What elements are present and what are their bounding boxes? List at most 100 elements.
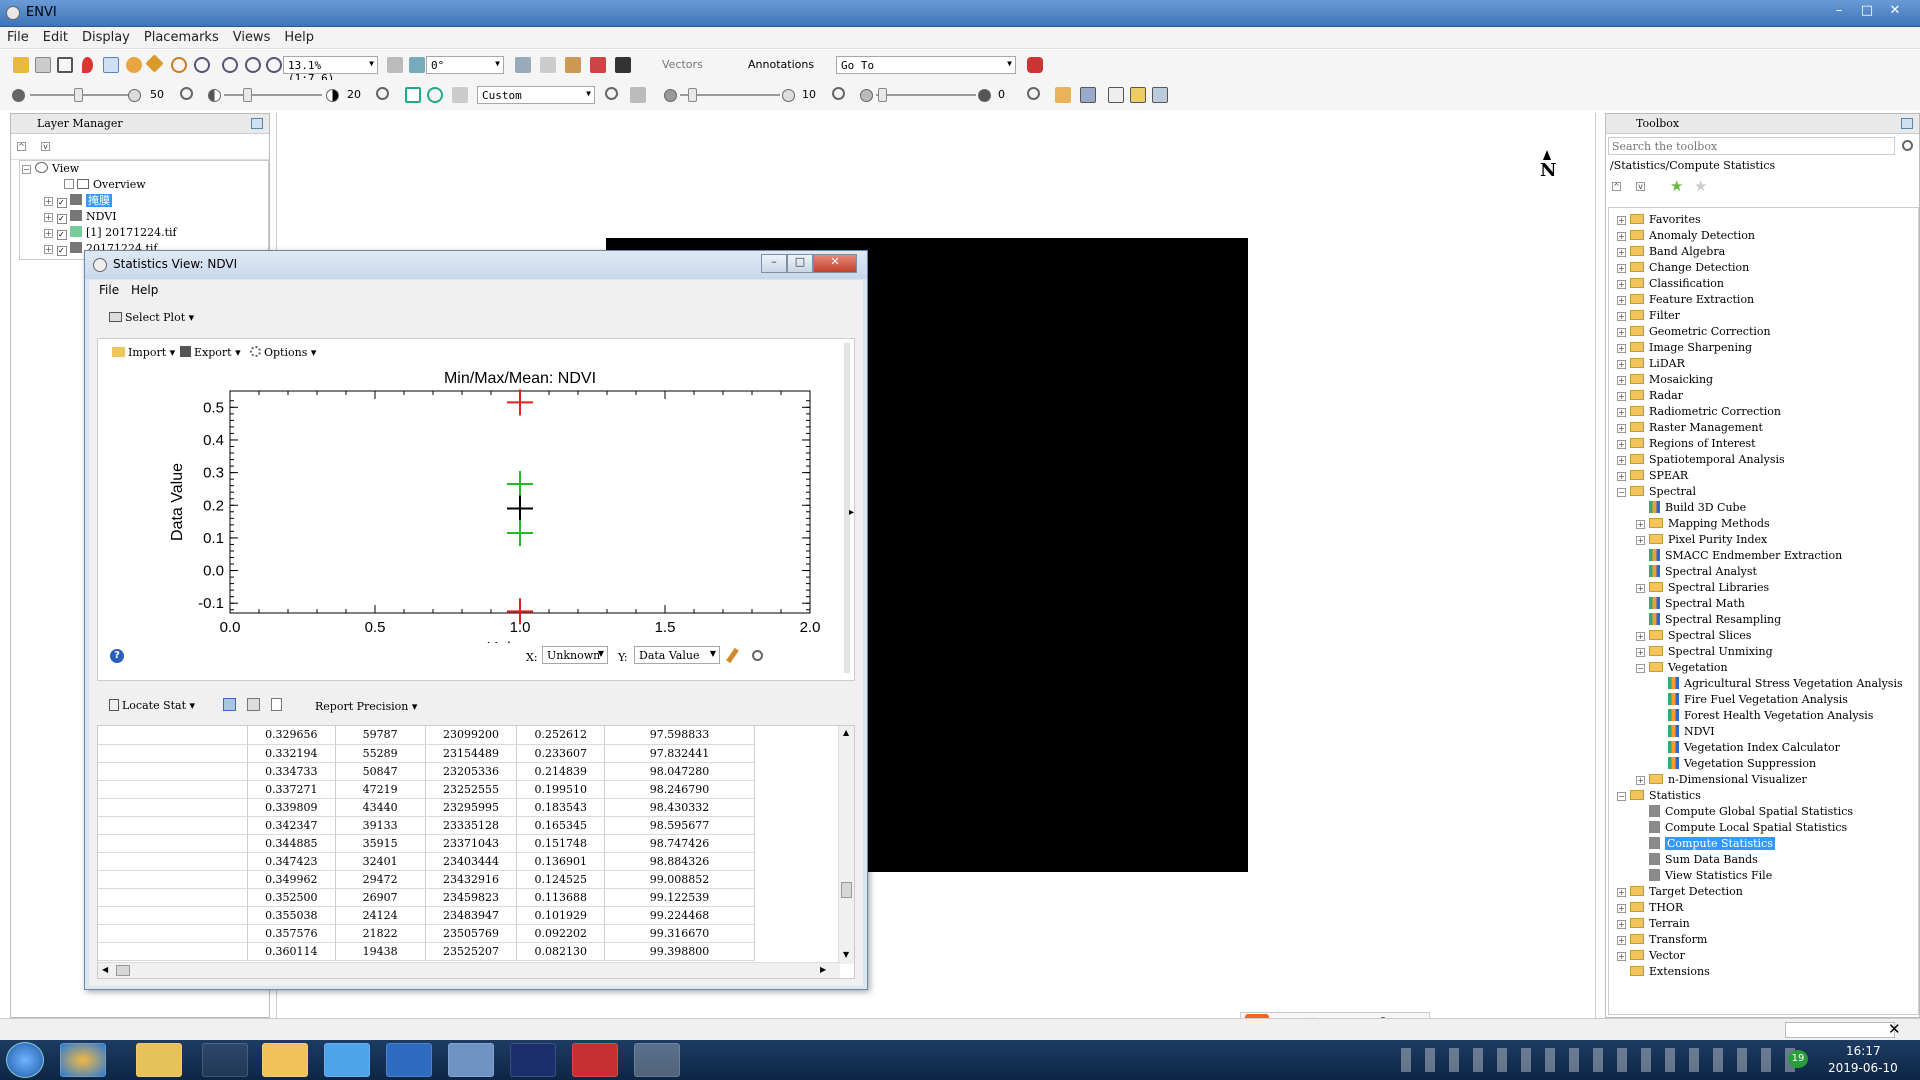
toolbox-item[interactable]: + Terrain: [1609, 916, 1918, 932]
zoom-in-icon[interactable]: [222, 57, 238, 73]
expand-icon[interactable]: +: [1617, 408, 1626, 417]
x-axis-dropdown[interactable]: Unknown: [542, 646, 608, 664]
table-row[interactable]: 0.332194 55289 23154489 0.233607 97.832441: [98, 744, 854, 763]
expand-icon[interactable]: +: [1636, 536, 1645, 545]
collapse-icon[interactable]: −: [1617, 488, 1626, 497]
expand-icon[interactable]: +: [1617, 328, 1626, 337]
contrast-value[interactable]: 20: [347, 88, 361, 101]
toolbox-item[interactable]: + Transform: [1609, 932, 1918, 948]
table-vscroll[interactable]: ▲ ▼: [838, 726, 854, 964]
help-icon[interactable]: ?: [110, 649, 124, 663]
expand-icon[interactable]: +: [1617, 952, 1626, 961]
min-max-mean-chart[interactable]: Min/Max/Mean: NDVI Unknown Data Value 0.0 0.…: [100, 363, 840, 643]
pin-icon[interactable]: [251, 118, 263, 129]
collapse-icon[interactable]: −: [1617, 792, 1626, 801]
toolbox-item[interactable]: + Raster Management: [1609, 420, 1918, 436]
crop-icon[interactable]: [57, 57, 73, 73]
toolbox-item[interactable]: Vegetation Suppression: [1609, 756, 1918, 772]
goto-field[interactable]: Go To: [836, 56, 1016, 74]
view-quad-icon[interactable]: [1152, 87, 1168, 103]
layer-ndvi[interactable]: + ✓ NDVI: [20, 209, 268, 225]
stat-maximize-button[interactable]: □: [787, 254, 813, 273]
toolbox-item[interactable]: Build 3D Cube: [1609, 500, 1918, 516]
expand-icon[interactable]: +: [1617, 424, 1626, 433]
report-precision-button[interactable]: Report Precision ▾: [315, 700, 417, 713]
rotate-tool-icon[interactable]: [387, 57, 403, 73]
table-row[interactable]: 0.357576 21822 23505769 0.092202 99.316670: [98, 924, 854, 943]
table-row[interactable]: 0.349962 29472 23432916 0.124525 99.008852: [98, 870, 854, 889]
toolbox-item[interactable]: − Statistics: [1609, 788, 1918, 804]
rotation-dropdown[interactable]: 0°: [426, 56, 504, 74]
vectors-menu[interactable]: Vectors: [662, 58, 703, 71]
toolbox-item[interactable]: + Feature Extraction: [1609, 292, 1918, 308]
expand-all-icon[interactable]: v: [1636, 182, 1645, 191]
expand-icon[interactable]: +: [1617, 920, 1626, 929]
scroll-down-icon[interactable]: ▼: [843, 950, 849, 959]
reset-sharpen-icon[interactable]: [832, 87, 845, 100]
toolbox-search[interactable]: [1608, 137, 1895, 155]
toolbox-item[interactable]: + Image Sharpening: [1609, 340, 1918, 356]
toolbox-item-selected[interactable]: Compute Statistics: [1609, 836, 1918, 852]
annotations-menu[interactable]: Annotations: [748, 58, 814, 71]
collapse-all-icon[interactable]: ^: [17, 142, 26, 151]
image-icon[interactable]: [1080, 87, 1096, 103]
histogram-icon[interactable]: [630, 87, 646, 103]
expand-icon[interactable]: +: [1636, 632, 1645, 641]
toolbox-item[interactable]: + LiDAR: [1609, 356, 1918, 372]
table-row[interactable]: 0.344885 35915 23371043 0.151748 98.747426: [98, 834, 854, 853]
table-hscroll[interactable]: ◀ ▶: [98, 962, 840, 978]
stretch-dropdown[interactable]: Custom: [477, 86, 595, 104]
layer-tif-1[interactable]: + ✓ [1] 20171224.tif: [20, 225, 268, 241]
reset-brightness-icon[interactable]: [180, 87, 193, 100]
toolbox-item[interactable]: Extensions: [1609, 964, 1918, 980]
menu-placemarks[interactable]: Placemarks: [137, 27, 226, 45]
toolbox-item[interactable]: + SPEAR: [1609, 468, 1918, 484]
stretch-roi-icon[interactable]: [427, 87, 443, 103]
toolbox-item[interactable]: + Spectral Libraries: [1609, 580, 1918, 596]
checkbox-icon[interactable]: [64, 179, 74, 189]
taskbar-envi[interactable]: [634, 1043, 680, 1077]
clock-date[interactable]: 2019-06-10: [1828, 1061, 1898, 1075]
toolbox-item[interactable]: Spectral Math: [1609, 596, 1918, 612]
menu-views[interactable]: Views: [226, 27, 278, 45]
menu-help[interactable]: Help: [277, 27, 321, 45]
goto-icon[interactable]: [1027, 57, 1043, 73]
layer-overview[interactable]: Overview: [20, 177, 268, 193]
toolbox-item[interactable]: Compute Local Spatial Statistics: [1609, 820, 1918, 836]
expand-all-icon[interactable]: v: [41, 142, 50, 151]
rotate-arrow-icon[interactable]: [409, 57, 425, 73]
taskbar-search[interactable]: [202, 1043, 248, 1077]
layer-view[interactable]: − View: [20, 161, 268, 177]
stat-minimize-button[interactable]: –: [761, 254, 787, 273]
expand-icon[interactable]: +: [1636, 520, 1645, 529]
scroll-right-icon[interactable]: ▶: [820, 965, 826, 974]
toolbox-item[interactable]: NDVI: [1609, 724, 1918, 740]
profile-icon[interactable]: [565, 57, 581, 73]
toolbox-item[interactable]: − Vegetation: [1609, 660, 1918, 676]
expand-icon[interactable]: +: [1617, 472, 1626, 481]
expand-icon[interactable]: +: [1617, 392, 1626, 401]
transparency-slider[interactable]: [878, 88, 887, 102]
scroll-left-icon[interactable]: ◀: [102, 965, 108, 974]
toolbox-item[interactable]: + Band Algebra: [1609, 244, 1918, 260]
table-row[interactable]: 0.329656 59787 23099200 0.252612 97.598833: [98, 726, 854, 745]
taskbar-ie[interactable]: [386, 1043, 432, 1077]
toolbox-item[interactable]: Agricultural Stress Vegetation Analysis: [1609, 676, 1918, 692]
menu-file[interactable]: File: [0, 27, 36, 45]
copy-icon[interactable]: [271, 698, 282, 711]
table-row[interactable]: 0.360114 19438 23525207 0.082130 99.398800: [98, 942, 854, 961]
zoom-icon[interactable]: [194, 57, 210, 73]
expand-icon[interactable]: +: [1617, 904, 1626, 913]
pencil-icon[interactable]: [726, 647, 739, 664]
view-table-icon[interactable]: [223, 698, 236, 711]
brightness-slider[interactable]: [74, 88, 83, 102]
stat-close-button[interactable]: ✕: [813, 254, 857, 273]
crosshair-icon[interactable]: [540, 57, 556, 73]
fly-icon[interactable]: [145, 54, 164, 73]
table-row[interactable]: 0.337271 47219 23252555 0.199510 98.246790: [98, 780, 854, 799]
maximize-button[interactable]: □: [1854, 2, 1880, 20]
view-double-icon[interactable]: [1130, 87, 1146, 103]
menu-edit[interactable]: Edit: [36, 27, 75, 45]
stat-menu-help[interactable]: Help: [131, 283, 158, 297]
toolbox-item[interactable]: + Filter: [1609, 308, 1918, 324]
